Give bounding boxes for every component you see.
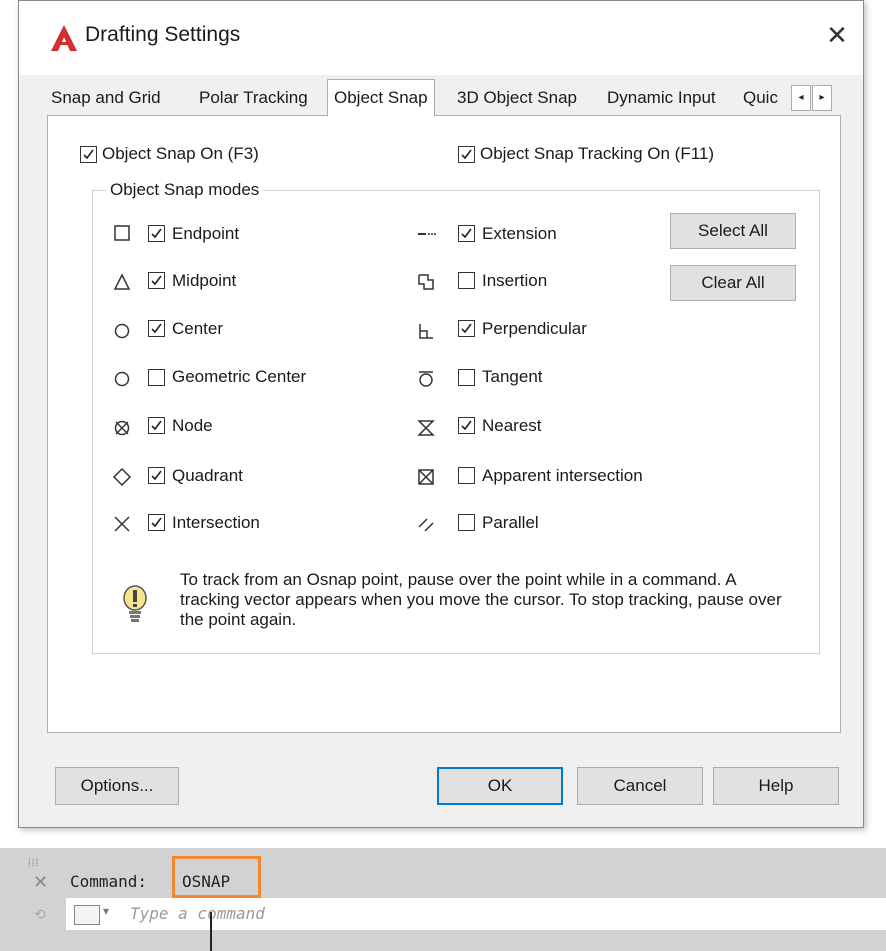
callout-pointer-line bbox=[210, 912, 212, 951]
close-button[interactable]: ✕ bbox=[817, 17, 857, 53]
command-value: OSNAP bbox=[182, 872, 231, 891]
tangent-icon bbox=[419, 371, 433, 387]
dialog-title: Drafting Settings bbox=[85, 23, 241, 46]
clear-all-button[interactable]: Clear All bbox=[670, 265, 796, 301]
object-snap-tracking-checkbox[interactable] bbox=[458, 146, 475, 163]
parallel-label: Parallel bbox=[482, 513, 539, 532]
midpoint-label: Midpoint bbox=[172, 271, 237, 290]
intersection-label: Intersection bbox=[172, 513, 260, 532]
history-icon[interactable]: ⟲ bbox=[34, 906, 46, 923]
check-icon bbox=[461, 323, 472, 334]
node-icon bbox=[114, 420, 130, 436]
command-customize-icon[interactable] bbox=[74, 905, 100, 925]
quadrant-label: Quadrant bbox=[172, 466, 243, 485]
nearest-checkbox[interactable] bbox=[458, 417, 475, 434]
check-icon bbox=[151, 420, 162, 431]
geometric-center-label: Geometric Center bbox=[172, 367, 307, 386]
select-all-button[interactable]: Select All bbox=[670, 213, 796, 249]
endpoint-label: Endpoint bbox=[172, 224, 240, 243]
object-snap-on-label: Object Snap On (F3) bbox=[102, 144, 259, 163]
nearest-hourglass-icon bbox=[417, 420, 435, 436]
cancel-button[interactable]: Cancel bbox=[577, 767, 703, 805]
midpoint-triangle-icon bbox=[113, 273, 131, 290]
tab-quick-properties[interactable]: Quic bbox=[743, 83, 778, 113]
options-button[interactable]: Options... bbox=[55, 767, 179, 805]
tab-3d-object-snap[interactable]: 3D Object Snap bbox=[457, 83, 577, 113]
tab-polar-tracking[interactable]: Polar Tracking bbox=[199, 83, 308, 113]
ok-button[interactable]: OK bbox=[437, 767, 563, 805]
close-command-icon[interactable]: ✕ bbox=[33, 872, 48, 893]
check-icon bbox=[151, 470, 162, 481]
extension-checkbox[interactable] bbox=[458, 225, 475, 242]
endpoint-square-icon bbox=[114, 225, 130, 241]
object-snap-panel: Object Snap On (F3) Object Snap Tracking… bbox=[47, 115, 841, 733]
extension-label: Extension bbox=[482, 224, 557, 243]
check-icon bbox=[461, 228, 472, 239]
insertion-icon bbox=[418, 274, 434, 290]
parallel-icon bbox=[418, 518, 434, 532]
tab-snap-and-grid[interactable]: Snap and Grid bbox=[51, 83, 161, 113]
perpendicular-checkbox[interactable] bbox=[458, 320, 475, 337]
extension-icon bbox=[418, 233, 436, 235]
tab-dynamic-input[interactable]: Dynamic Input bbox=[607, 83, 716, 113]
tab-scroll-right-button[interactable]: ▸ bbox=[812, 85, 832, 111]
check-icon bbox=[151, 275, 162, 286]
object-snap-on-checkbox[interactable] bbox=[80, 146, 97, 163]
check-icon bbox=[461, 149, 472, 160]
help-button[interactable]: Help bbox=[713, 767, 839, 805]
center-checkbox[interactable] bbox=[148, 320, 165, 337]
group-label: Object Snap modes bbox=[106, 180, 264, 200]
parallel-checkbox[interactable] bbox=[458, 514, 475, 531]
command-placeholder: Type a command bbox=[130, 904, 265, 923]
perpendicular-icon bbox=[419, 324, 433, 339]
geometric-center-icon bbox=[114, 371, 130, 387]
tab-scroll-left-button[interactable]: ◂ bbox=[791, 85, 811, 111]
apparent-intersection-icon bbox=[418, 469, 434, 485]
midpoint-checkbox[interactable] bbox=[148, 272, 165, 289]
insertion-checkbox[interactable] bbox=[458, 272, 475, 289]
dialog-titlebar: Drafting Settings ✕ bbox=[19, 1, 863, 75]
grip-handle[interactable]: ⁞⁞⁞ bbox=[28, 858, 39, 869]
insertion-label: Insertion bbox=[482, 271, 548, 290]
tracking-hint-text: To track from an Osnap point, pause over… bbox=[180, 570, 782, 629]
node-checkbox[interactable] bbox=[148, 417, 165, 434]
perpendicular-label: Perpendicular bbox=[482, 319, 587, 338]
tangent-label: Tangent bbox=[482, 367, 543, 386]
check-icon bbox=[461, 420, 472, 431]
quadrant-diamond-icon bbox=[112, 467, 132, 487]
check-icon bbox=[151, 228, 162, 239]
apparent-intersection-label: Apparent intersection bbox=[482, 466, 643, 485]
center-circle-icon bbox=[114, 323, 130, 339]
check-icon bbox=[151, 323, 162, 334]
nearest-label: Nearest bbox=[482, 416, 542, 435]
intersection-x-icon bbox=[114, 516, 130, 532]
lightbulb-icon bbox=[123, 585, 147, 622]
tab-strip: Snap and Grid Polar Tracking Object Snap… bbox=[47, 79, 839, 116]
tab-object-snap[interactable]: Object Snap bbox=[327, 79, 435, 116]
chevron-down-icon[interactable]: ▾ bbox=[103, 904, 109, 918]
intersection-checkbox[interactable] bbox=[148, 514, 165, 531]
quadrant-checkbox[interactable] bbox=[148, 467, 165, 484]
check-icon bbox=[83, 149, 94, 160]
apparent-intersection-checkbox[interactable] bbox=[458, 467, 475, 484]
object-snap-tracking-label: Object Snap Tracking On (F11) bbox=[480, 144, 715, 163]
tangent-checkbox[interactable] bbox=[458, 369, 475, 386]
geometric-center-checkbox[interactable] bbox=[148, 369, 165, 386]
autocad-logo-icon bbox=[51, 25, 77, 51]
center-label: Center bbox=[172, 319, 224, 338]
drafting-settings-dialog: Drafting Settings ✕ Snap and Grid Polar … bbox=[18, 0, 864, 828]
node-label: Node bbox=[172, 416, 213, 435]
endpoint-checkbox[interactable] bbox=[148, 225, 165, 242]
command-label: Command: bbox=[70, 872, 148, 891]
check-icon bbox=[151, 517, 162, 528]
